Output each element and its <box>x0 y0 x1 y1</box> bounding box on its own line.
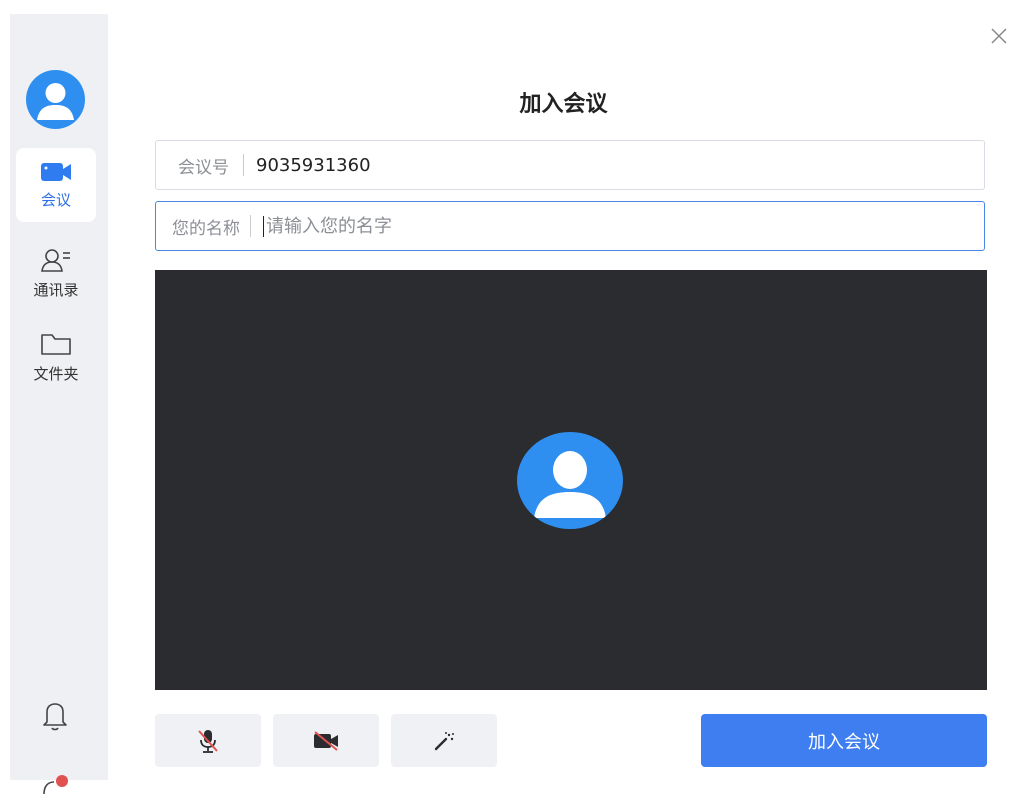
close-button[interactable] <box>989 26 1009 46</box>
beauty-effects-button[interactable] <box>391 714 497 767</box>
camera-toggle-button[interactable] <box>273 714 379 767</box>
microphone-toggle-button[interactable] <box>155 714 261 767</box>
notification-dot-icon <box>43 775 68 795</box>
sidebar-item-label: 通讯录 <box>33 280 79 299</box>
user-silhouette-icon <box>37 83 74 120</box>
user-silhouette-icon <box>534 451 606 518</box>
sidebar: 会议 通讯录 文件夹 <box>10 14 108 795</box>
video-camera-icon <box>41 162 71 181</box>
magic-wand-icon <box>434 731 454 750</box>
join-meeting-dialog: 加入会议 会议号 9035931360 您的名称 请输入您的名字 加入会议 <box>108 14 1019 780</box>
notification-bell[interactable] <box>40 698 70 736</box>
bell-icon <box>43 703 67 731</box>
name-field[interactable]: 您的名称 <box>155 201 985 251</box>
name-input[interactable] <box>263 215 984 237</box>
field-divider <box>250 215 251 237</box>
dialog-title: 加入会议 <box>519 92 608 117</box>
preview-avatar <box>517 432 623 529</box>
video-preview <box>155 270 987 690</box>
microphone-muted-icon <box>198 729 218 753</box>
name-label: 您的名称 <box>172 218 240 239</box>
folder-icon <box>41 333 71 355</box>
close-icon <box>991 28 1007 44</box>
sidebar-item-folders[interactable]: 文件夹 <box>16 320 96 394</box>
user-avatar[interactable] <box>26 70 85 129</box>
meeting-id-value: 9035931360 <box>256 154 371 176</box>
sidebar-item-label: 会议 <box>40 190 71 209</box>
field-divider <box>243 154 244 176</box>
contacts-icon <box>41 248 70 272</box>
sidebar-item-contacts[interactable]: 通讯录 <box>16 236 96 310</box>
camera-off-icon <box>314 730 338 751</box>
settings-entry[interactable] <box>38 774 78 798</box>
meeting-id-label: 会议号 <box>178 157 229 178</box>
sidebar-item-label: 文件夹 <box>33 364 79 383</box>
sidebar-item-meetings[interactable]: 会议 <box>16 148 96 222</box>
meeting-id-field[interactable]: 会议号 9035931360 <box>155 140 985 190</box>
join-meeting-button[interactable]: 加入会议 <box>701 714 987 767</box>
